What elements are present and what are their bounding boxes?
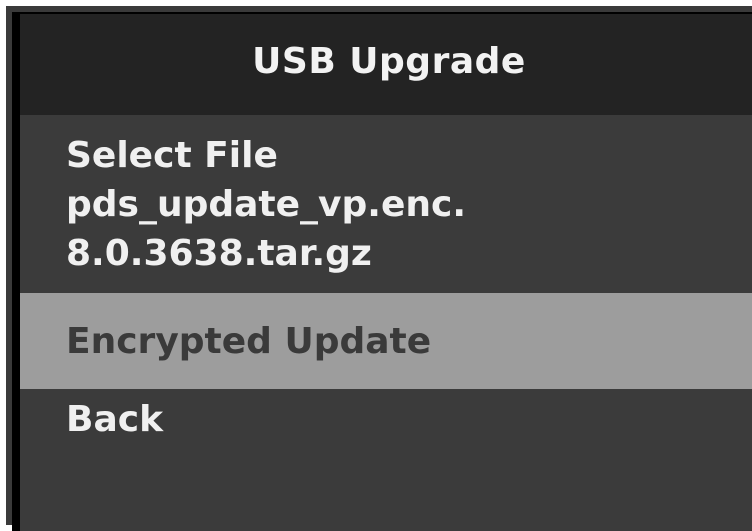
device-screen: USB Upgrade Select File pds_update_vp.en… [0,0,752,531]
menu-item-encrypted-update-label: Encrypted Update [66,320,432,362]
menu-item-back-label: Back [66,399,164,440]
menu-item-back[interactable]: Back [20,395,752,455]
menu-item-select-file-label: Select File [66,135,278,176]
selected-file-name-part-2: 8.0.3638.tar.gz [66,233,372,274]
menu-list: Select File pds_update_vp.enc. 8.0.3638.… [20,115,752,531]
selected-file-name-part-1: pds_update_vp.enc. [66,184,467,225]
page-title: USB Upgrade [252,41,526,82]
header-bar: USB Upgrade [20,14,752,115]
menu-item-select-file[interactable]: Select File pds_update_vp.enc. 8.0.3638.… [20,131,752,291]
screen-frame: USB Upgrade Select File pds_update_vp.en… [12,12,752,531]
menu-item-encrypted-update[interactable]: Encrypted Update [20,293,752,389]
